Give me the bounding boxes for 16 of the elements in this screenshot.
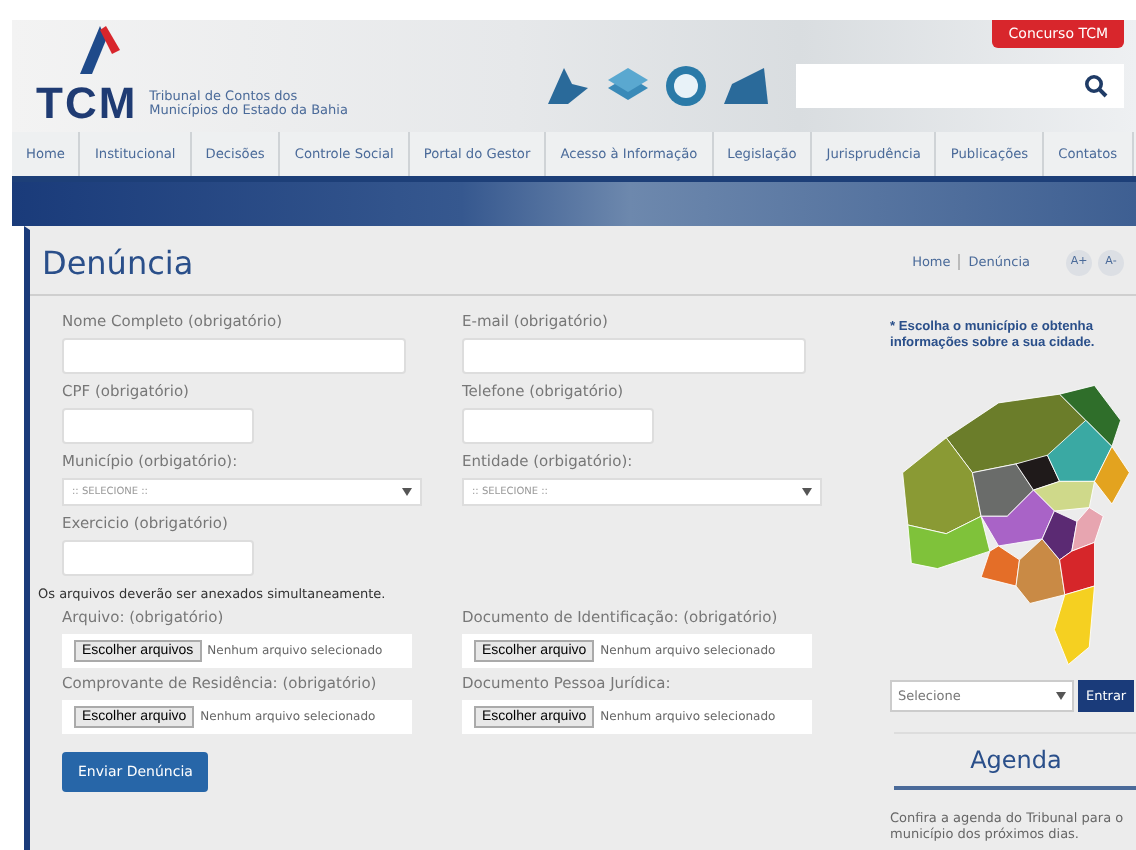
search-icon[interactable] <box>1084 74 1108 98</box>
caret-icon <box>402 488 412 496</box>
input-field[interactable] <box>62 408 254 444</box>
seal-icon[interactable] <box>664 64 708 108</box>
input-field[interactable] <box>462 338 806 374</box>
input-field[interactable] <box>62 338 406 374</box>
ship-icon[interactable] <box>720 64 772 108</box>
input-field[interactable] <box>62 540 254 576</box>
logo-text[interactable]: TCM <box>36 78 138 130</box>
input-field[interactable] <box>462 408 654 444</box>
caret-icon <box>802 488 812 496</box>
search-field[interactable] <box>796 64 1124 108</box>
agenda-heading: Agenda <box>894 731 1136 790</box>
page-title: Denúncia <box>42 243 194 281</box>
caret-icon <box>1056 691 1066 700</box>
emblem-icon[interactable] <box>544 64 592 108</box>
